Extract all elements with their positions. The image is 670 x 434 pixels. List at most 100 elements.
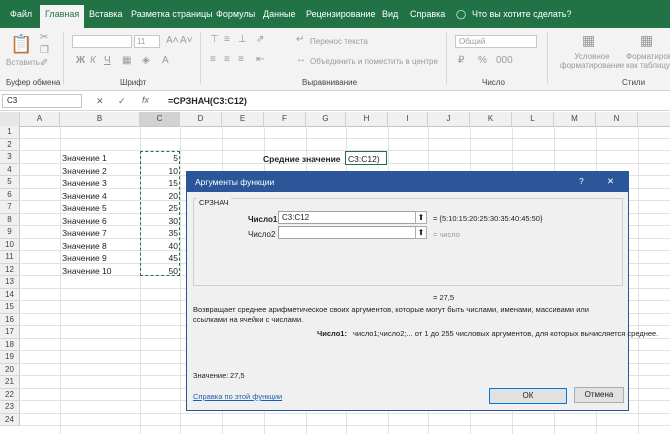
column-header-n[interactable]: N [596, 112, 638, 126]
row-header[interactable]: 14 [0, 288, 20, 301]
average-label-cell[interactable]: Средние значение [263, 154, 341, 164]
column-header-a[interactable]: A [20, 112, 60, 126]
font-size-box[interactable]: 11 [134, 35, 160, 48]
row-header[interactable]: 12 [0, 263, 20, 276]
wrap-text-button[interactable]: Перенос текста [310, 37, 368, 46]
column-header-i[interactable]: I [388, 112, 428, 126]
arg2-collapse-icon[interactable]: ⬆ [415, 226, 427, 239]
label-cell[interactable]: Значение 6 [62, 216, 107, 226]
align-left-icon[interactable]: ≡ [210, 54, 216, 65]
row-header[interactable]: 21 [0, 376, 20, 389]
paste-button-label[interactable]: Вставить [6, 58, 40, 67]
label-cell[interactable]: Значение 5 [62, 203, 107, 213]
row-header[interactable]: 18 [0, 338, 20, 351]
cancel-button[interactable]: Отмена [574, 387, 624, 403]
column-header-d[interactable]: D [180, 112, 222, 126]
align-middle-icon[interactable]: ≡ [224, 34, 230, 45]
fill-color-icon[interactable]: ◈ [142, 55, 150, 66]
italic-icon[interactable]: К [90, 55, 96, 66]
format-as-table-button[interactable]: Форматировать как таблицу [626, 52, 670, 74]
row-header[interactable]: 1 [0, 126, 20, 139]
borders-icon[interactable]: ▦ [122, 55, 131, 66]
row-header[interactable]: 5 [0, 176, 20, 189]
label-cell[interactable]: Значение 9 [62, 253, 107, 263]
font-color-icon[interactable]: A [162, 55, 169, 66]
row-header[interactable]: 9 [0, 226, 20, 239]
row-header[interactable]: 17 [0, 326, 20, 339]
cancel-icon[interactable]: ✕ [96, 96, 104, 107]
indent-icon[interactable]: ⇤ [256, 54, 264, 65]
row-header[interactable]: 10 [0, 238, 20, 251]
cut-icon[interactable]: ✂ [40, 32, 48, 43]
paste-icon[interactable]: 📋 [10, 34, 32, 55]
number-format-box[interactable]: Общий [455, 35, 537, 48]
tab-data[interactable]: Данные [263, 9, 296, 19]
tell-me-search[interactable]: Что вы хотите сделать? [472, 9, 572, 19]
currency-icon[interactable]: ₽ [458, 55, 464, 66]
merge-center-button[interactable]: Объединить и поместить в центре [310, 57, 438, 66]
label-cell[interactable]: Значение 1 [62, 153, 107, 163]
enter-icon[interactable]: ✓ [118, 96, 126, 107]
row-header[interactable]: 20 [0, 363, 20, 376]
tab-formulas[interactable]: Формулы [216, 9, 255, 19]
format-as-table-icon[interactable]: ▦ [640, 32, 653, 49]
copy-icon[interactable]: ❐ [40, 45, 49, 56]
label-cell[interactable]: Значение 8 [62, 241, 107, 251]
row-header[interactable]: 22 [0, 388, 20, 401]
tab-home[interactable]: Главная [40, 5, 85, 28]
row-header[interactable]: 7 [0, 201, 20, 214]
conditional-formatting-button[interactable]: Условное форматирование [560, 52, 624, 70]
row-header[interactable]: 11 [0, 251, 20, 264]
bold-icon[interactable]: Ж [76, 55, 85, 66]
formula-input[interactable]: =СРЗНАЧ(C3:C12) [168, 96, 247, 106]
conditional-formatting-icon[interactable]: ▦ [582, 32, 595, 49]
column-header-m[interactable]: M [554, 112, 596, 126]
wrap-text-icon[interactable]: ↵ [296, 34, 304, 45]
tab-page-layout[interactable]: Разметка страницы [131, 9, 213, 19]
name-box[interactable]: C3 [2, 94, 82, 108]
row-header[interactable]: 8 [0, 213, 20, 226]
row-header[interactable]: 6 [0, 188, 20, 201]
grow-font-icon[interactable]: A˄ [166, 35, 179, 46]
row-header[interactable]: 19 [0, 351, 20, 364]
row-header[interactable]: 13 [0, 276, 20, 289]
row-header[interactable]: 24 [0, 413, 20, 426]
arg1-collapse-icon[interactable]: ⬆ [415, 211, 427, 224]
tab-review[interactable]: Рецензирование [306, 9, 376, 19]
label-cell[interactable]: Значение 2 [62, 166, 107, 176]
format-painter-icon[interactable]: ✐ [40, 58, 48, 69]
close-icon[interactable]: ✕ [607, 176, 614, 187]
column-header-k[interactable]: K [470, 112, 512, 126]
align-right-icon[interactable]: ≡ [238, 54, 244, 65]
tab-view[interactable]: Вид [382, 9, 398, 19]
merge-center-icon[interactable]: ↔ [296, 54, 306, 65]
column-header-b[interactable]: B [60, 112, 140, 126]
column-header-j[interactable]: J [428, 112, 470, 126]
orientation-icon[interactable]: ⇗ [256, 34, 264, 45]
font-name-box[interactable] [72, 35, 132, 48]
column-header-l[interactable]: L [512, 112, 554, 126]
arg2-input[interactable] [278, 226, 416, 239]
column-header-h[interactable]: H [346, 112, 388, 126]
row-header[interactable]: 16 [0, 313, 20, 326]
help-link[interactable]: Справка по этой функции [193, 392, 282, 401]
tab-help[interactable]: Справка [410, 9, 445, 19]
comma-style-icon[interactable]: 000 [496, 55, 513, 66]
row-header[interactable]: 15 [0, 301, 20, 314]
row-header[interactable]: 4 [0, 163, 20, 176]
row-header[interactable]: 3 [0, 151, 20, 164]
row-header[interactable]: 23 [0, 401, 20, 414]
help-icon[interactable]: ? [579, 176, 584, 186]
shrink-font-icon[interactable]: A˅ [180, 35, 193, 46]
average-formula-cell[interactable]: C3:C12) [345, 151, 387, 165]
percent-icon[interactable]: % [478, 55, 487, 66]
align-bottom-icon[interactable]: ⊥ [238, 34, 247, 45]
label-cell[interactable]: Значение 3 [62, 178, 107, 188]
underline-icon[interactable]: Ч [104, 55, 111, 66]
column-header-f[interactable]: F [264, 112, 306, 126]
label-cell[interactable]: Значение 10 [62, 266, 112, 276]
label-cell[interactable]: Значение 4 [62, 191, 107, 201]
column-header-g[interactable]: G [306, 112, 346, 126]
column-header-e[interactable]: E [222, 112, 264, 126]
select-all-corner[interactable] [0, 112, 20, 126]
